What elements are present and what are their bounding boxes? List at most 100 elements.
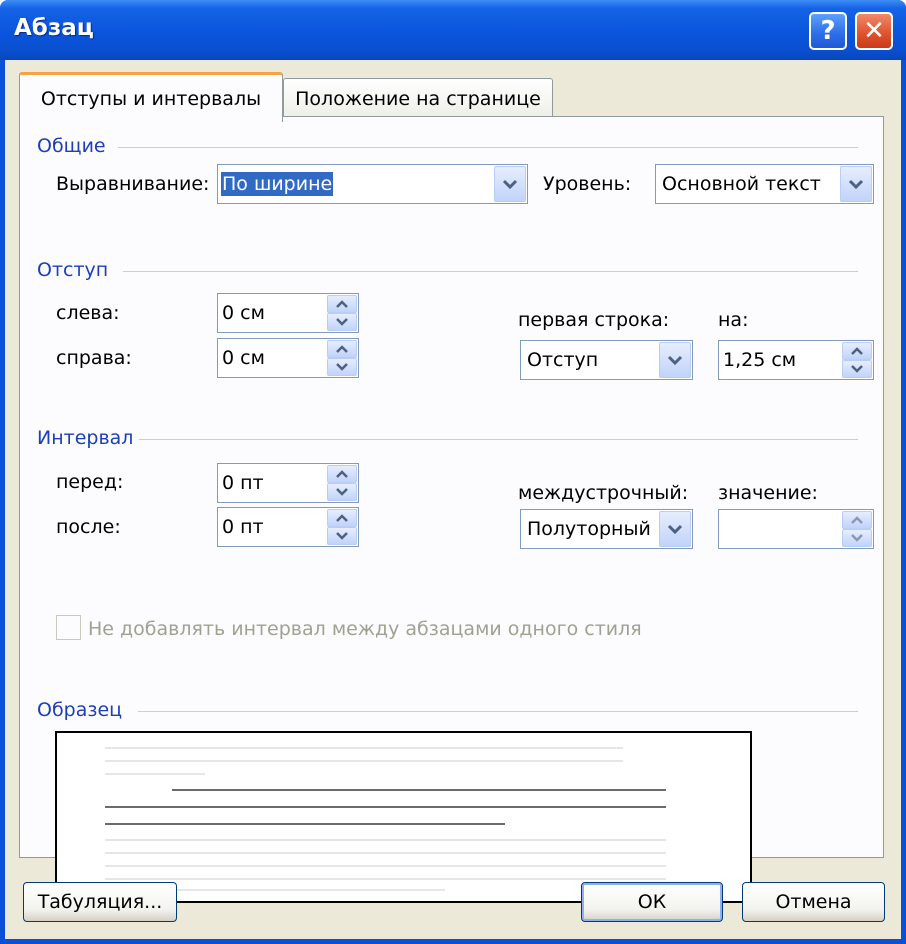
chevron-down-icon [667, 524, 683, 534]
indent-right-value: 0 см [222, 347, 265, 369]
tabs-button[interactable]: Табуляция... [23, 882, 177, 922]
preview-previous-paragraph-line [105, 773, 205, 775]
first-line-dropdown-button[interactable] [659, 342, 691, 378]
preview-previous-paragraph-line [105, 760, 623, 762]
spin-up-button[interactable] [842, 511, 872, 529]
alignment-label: Выравнивание: [56, 173, 210, 195]
line-spacing-label: междустрочный: [518, 482, 689, 504]
first-line-by-spinner[interactable]: 1,25 см [718, 340, 874, 380]
chevron-down-icon [848, 179, 864, 189]
level-value: Основной текст [662, 173, 821, 195]
space-before-label: перед: [56, 471, 124, 493]
indent-left-spinner[interactable]: 0 см [217, 293, 359, 333]
arrow-up-icon [336, 300, 348, 308]
spin-down-button[interactable] [327, 483, 357, 501]
space-after-label: после: [56, 516, 121, 538]
preview-next-paragraph-line [105, 839, 666, 841]
spacing-at-spin-buttons [842, 511, 872, 547]
close-button[interactable]: ✕ [855, 12, 893, 50]
spacing-at-label: значение: [718, 482, 818, 504]
spin-down-button[interactable] [327, 313, 357, 331]
preview-current-paragraph-line [105, 823, 505, 825]
section-preview-heading: Образец [37, 699, 123, 721]
alignment-dropdown[interactable]: По ширине [217, 164, 528, 204]
spin-down-button[interactable] [327, 527, 357, 545]
first-line-value: Отступ [527, 349, 599, 371]
section-separator [138, 711, 858, 712]
line-spacing-dropdown[interactable]: Полуторный [520, 509, 693, 549]
tab-panel: Общие Выравнивание: По ширине Уровень: О… [19, 116, 884, 903]
preview-next-paragraph-line [105, 852, 666, 854]
tab-line-and-page-breaks[interactable]: Положение на странице [283, 78, 553, 118]
first-line-dropdown[interactable]: Отступ [520, 340, 693, 380]
spin-down-button[interactable] [842, 360, 872, 378]
spin-down-button[interactable] [842, 529, 872, 547]
indent-right-spin-buttons [327, 340, 357, 376]
preview-current-paragraph-line [172, 789, 666, 791]
section-spacing-heading: Интервал [37, 427, 134, 449]
arrow-up-icon [336, 470, 348, 478]
preview-current-paragraph-line [105, 806, 666, 808]
no-space-same-style-checkbox[interactable] [56, 615, 81, 640]
dialog-body: Отступы и интервалы Положение на страниц… [5, 60, 901, 939]
indent-left-value: 0 см [222, 302, 265, 324]
help-button[interactable]: ? [809, 12, 847, 50]
space-after-spinner[interactable]: 0 пт [217, 507, 359, 547]
indent-right-spinner[interactable]: 0 см [217, 338, 359, 378]
by-label: на: [718, 309, 749, 331]
arrow-up-icon [851, 516, 863, 524]
level-dropdown-button[interactable] [840, 166, 872, 202]
cancel-button-label: Отмена [775, 891, 852, 913]
level-label: Уровень: [543, 173, 632, 195]
indent-left-spin-buttons [327, 295, 357, 331]
tabs-button-label: Табуляция... [37, 891, 163, 913]
cancel-button[interactable]: Отмена [742, 882, 885, 922]
indent-left-label: слева: [56, 302, 120, 324]
preview-next-paragraph-line [105, 865, 666, 867]
alignment-dropdown-button[interactable] [494, 166, 526, 202]
arrow-down-icon [336, 488, 348, 496]
line-spacing-value: Полуторный [527, 518, 651, 540]
arrow-down-icon [851, 534, 863, 542]
preview-next-paragraph-line [105, 878, 666, 880]
chevron-down-icon [502, 179, 518, 189]
spin-up-button[interactable] [327, 295, 357, 313]
tab-indents-and-spacing[interactable]: Отступы и интервалы [19, 72, 283, 122]
spacing-at-spinner[interactable] [718, 509, 874, 549]
space-before-value: 0 пт [222, 472, 264, 494]
ok-button[interactable]: ОК [581, 882, 723, 922]
chevron-down-icon [667, 355, 683, 365]
tab-label: Отступы и интервалы [40, 87, 262, 110]
space-before-spinner[interactable]: 0 пт [217, 463, 359, 503]
spin-up-button[interactable] [327, 340, 357, 358]
spin-down-button[interactable] [327, 358, 357, 376]
level-dropdown[interactable]: Основной текст [655, 164, 874, 204]
arrow-up-icon [336, 345, 348, 353]
ok-button-label: ОК [637, 891, 667, 913]
no-space-same-style-label: Не добавлять интервал между абзацами одн… [88, 618, 642, 640]
arrow-down-icon [851, 365, 863, 373]
indent-right-label: справа: [56, 347, 132, 369]
tab-label: Положение на странице [295, 87, 541, 110]
dialog-title: Абзац [14, 15, 94, 41]
section-separator [139, 439, 858, 440]
space-after-value: 0 пт [222, 516, 264, 538]
section-separator [123, 271, 858, 272]
paragraph-dialog: Абзац ? ✕ Отступы и интервалы Положение … [0, 0, 906, 944]
space-before-spin-buttons [327, 465, 357, 501]
section-separator [118, 147, 858, 148]
line-spacing-dropdown-button[interactable] [659, 511, 691, 547]
arrow-down-icon [336, 318, 348, 326]
spin-up-button[interactable] [327, 465, 357, 483]
title-bar[interactable]: Абзац ? ✕ [0, 0, 906, 60]
section-indent-heading: Отступ [37, 259, 109, 281]
spin-up-button[interactable] [327, 509, 357, 527]
alignment-value: По ширине [221, 172, 334, 196]
first-line-by-spin-buttons [842, 342, 872, 378]
paragraph-preview [55, 731, 752, 903]
arrow-down-icon [336, 363, 348, 371]
arrow-down-icon [336, 532, 348, 540]
arrow-up-icon [851, 347, 863, 355]
spin-up-button[interactable] [842, 342, 872, 360]
first-line-label: первая строка: [518, 309, 670, 331]
